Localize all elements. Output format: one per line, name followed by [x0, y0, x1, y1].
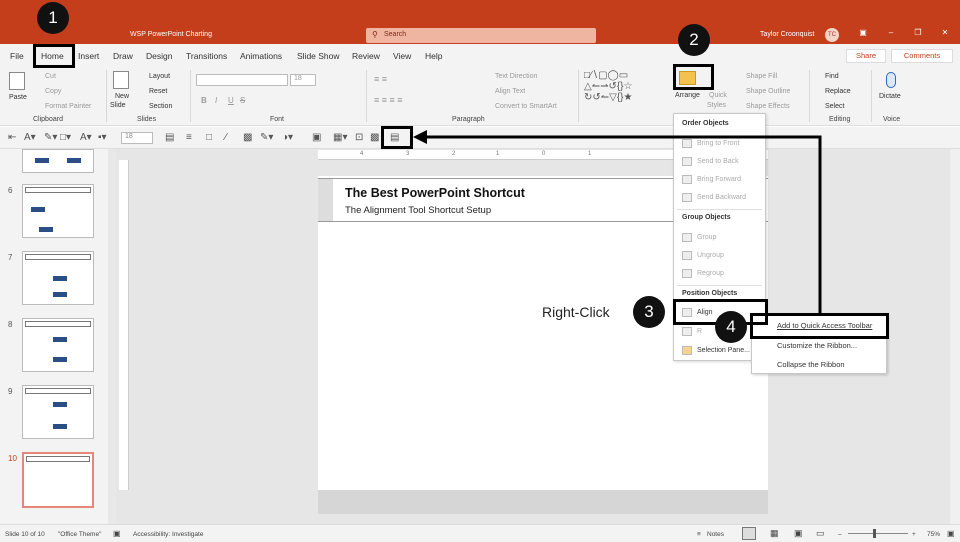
zoom-out-icon[interactable]: –: [838, 531, 842, 538]
callout-4: 4: [715, 311, 747, 343]
normal-view-icon[interactable]: [742, 527, 756, 540]
arrow-head: [413, 130, 427, 144]
callout-1: 1: [37, 2, 69, 34]
slide-sorter-icon[interactable]: ▦: [770, 528, 779, 539]
slide-count: Slide 10 of 10: [5, 531, 45, 538]
notes-icon[interactable]: ≡: [697, 531, 701, 538]
arrow-line: [425, 135, 822, 316]
slideshow-icon[interactable]: ▭: [816, 528, 825, 539]
zoom-level[interactable]: 75%: [927, 531, 940, 538]
zoom-in-icon[interactable]: +: [912, 531, 916, 538]
annotation-arrow: [413, 130, 822, 316]
callout-2: 2: [678, 24, 710, 56]
theme-name: "Office Theme": [58, 531, 102, 538]
accessibility-status[interactable]: Accessibility: Investigate: [133, 531, 203, 538]
fit-to-window-icon[interactable]: ▣: [947, 529, 955, 538]
notes-button[interactable]: Notes: [707, 531, 724, 538]
spellcheck-icon[interactable]: ▣: [113, 529, 121, 538]
zoom-slider-thumb[interactable]: [873, 529, 876, 538]
callout-3: 3: [633, 296, 665, 328]
reading-view-icon[interactable]: ▣: [794, 528, 803, 539]
zoom-slider[interactable]: [848, 533, 908, 534]
